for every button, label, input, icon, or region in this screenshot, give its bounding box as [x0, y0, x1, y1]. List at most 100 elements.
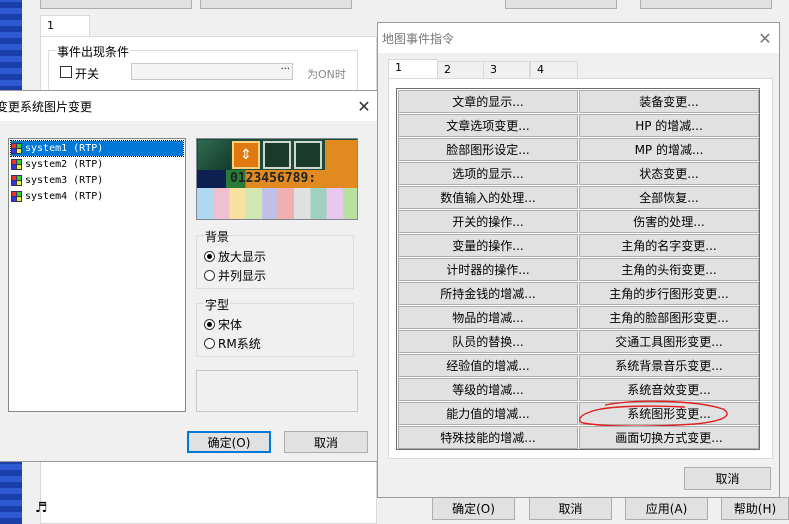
close-icon[interactable]: ✕ [354, 96, 374, 116]
command-button[interactable]: 文章选项变更... [398, 114, 578, 137]
command-button[interactable]: 伤害的处理... [579, 210, 759, 233]
radio-stretch-label: 放大显示 [218, 250, 267, 264]
command-button[interactable]: 主角的步行图形变更... [579, 282, 759, 305]
command-button[interactable]: 主角的名字变更... [579, 234, 759, 257]
bg-top-buttons [505, 0, 617, 9]
command-label: 能力值的增减... [446, 407, 530, 421]
command-button[interactable]: 所持金钱的增减... [398, 282, 578, 305]
bg-apply-label: 应用(A) [645, 502, 688, 516]
command-label: 队员的替换... [452, 335, 524, 349]
command-label: 特殊技能的增减... [440, 431, 536, 445]
preview-palette [197, 188, 357, 219]
graphic-listbox[interactable]: system1 (RTP) system2 (RTP) system3 (RTP… [8, 138, 186, 412]
command-button[interactable]: 特殊技能的增减... [398, 426, 578, 449]
tab-3[interactable]: 3 [483, 61, 530, 78]
command-button[interactable]: 主角的头衔变更... [579, 258, 759, 281]
list-item[interactable]: system4 (RTP) [11, 189, 103, 204]
ellipsis-icon: ··· [280, 64, 290, 75]
switch-checkbox[interactable] [60, 66, 72, 78]
command-label: 画面切换方式变更... [615, 431, 723, 445]
bg-tab[interactable]: 1 [40, 15, 90, 37]
switch-select[interactable]: ··· [131, 63, 293, 80]
command-button[interactable]: 能力值的增减... [398, 402, 578, 425]
command-label: MP 的增减... [634, 143, 704, 157]
switch-suffix: 为ON时 [307, 68, 346, 81]
radio-icon [204, 251, 215, 262]
close-icon[interactable]: ✕ [755, 28, 775, 48]
tab-2[interactable]: 2 [437, 61, 484, 78]
event-cancel-button[interactable]: 取消 [684, 467, 771, 490]
radio-font-songti-label: 宋体 [218, 318, 243, 332]
command-button[interactable]: 数值输入的处理... [398, 186, 578, 209]
cancel-button[interactable]: 取消 [284, 431, 368, 453]
image-icon [11, 191, 22, 202]
radio-stretch[interactable]: 放大显示 [204, 248, 266, 265]
tab-4[interactable]: 4 [530, 61, 578, 78]
command-button[interactable]: 文章的显示... [398, 90, 578, 113]
bg-ok-label: 确定(O) [452, 502, 495, 516]
command-button[interactable]: HP 的增减... [579, 114, 759, 137]
command-label: 主角的名字变更... [621, 239, 717, 253]
bg-cancel-label: 取消 [558, 502, 583, 516]
command-button[interactable]: 全部恢复... [579, 186, 759, 209]
bg-top-buttons [640, 0, 772, 9]
command-label: HP 的增减... [635, 119, 703, 133]
dialog-title: 变更系统图片变更 [0, 100, 93, 114]
font-group-label: 字型 [204, 296, 231, 313]
command-button[interactable]: 开关的操作... [398, 210, 578, 233]
command-label: 文章的显示... [452, 95, 524, 109]
command-button[interactable]: 交通工具图形变更... [579, 330, 759, 353]
list-item[interactable]: system2 (RTP) [11, 157, 103, 172]
system-graphic-preview: ⇕ 0123456789: [196, 138, 358, 220]
tab-label: 2 [444, 63, 451, 76]
command-button[interactable]: 物品的增减... [398, 306, 578, 329]
radio-tile[interactable]: 并列显示 [204, 267, 266, 284]
ok-button[interactable]: 确定(O) [187, 431, 271, 453]
command-label: 开关的操作... [452, 215, 524, 229]
radio-icon [204, 338, 215, 349]
command-button[interactable]: 主角的脸部图形变更... [579, 306, 759, 329]
list-item[interactable]: system3 (RTP) [11, 173, 103, 188]
command-button[interactable]: 状态变更... [579, 162, 759, 185]
bg-top-buttons [40, 0, 192, 9]
command-label: 计时器的操作... [446, 263, 530, 277]
command-grid: 文章的显示... 装备变更... 文章选项变更... HP 的增减... 脸部图形设定.… [396, 88, 760, 450]
empty-frame [196, 370, 358, 412]
system-graphic-dialog: 变更系统图片变更 ✕ system1 (RTP) system2 (RTP) s… [0, 90, 379, 462]
radio-font-rm[interactable]: RM系统 [204, 335, 261, 352]
command-button[interactable]: 变量的操作... [398, 234, 578, 257]
bg-ok-button[interactable]: 确定(O) [432, 497, 515, 520]
bg-apply-button[interactable]: 应用(A) [625, 497, 708, 520]
radio-icon [204, 319, 215, 330]
tab-1[interactable]: 1 [388, 59, 438, 79]
command-button[interactable]: MP 的增减... [579, 138, 759, 161]
command-button[interactable]: 队员的替换... [398, 330, 578, 353]
tab-label: 1 [395, 61, 402, 74]
command-button[interactable]: 装备变更... [579, 90, 759, 113]
list-item[interactable]: system1 (RTP) [10, 140, 184, 157]
command-button[interactable]: 等级的增减... [398, 378, 578, 401]
preview-tile [294, 141, 322, 169]
highlight-stroke [578, 400, 728, 427]
command-label: 选项的显示... [452, 167, 524, 181]
command-button[interactable]: 经验值的增减... [398, 354, 578, 377]
radio-font-songti[interactable]: 宋体 [204, 316, 242, 333]
command-button[interactable]: 画面切换方式变更... [579, 426, 759, 449]
tab-label: 4 [537, 63, 544, 76]
preview-arrows [325, 140, 357, 170]
command-button[interactable]: 脸部图形设定... [398, 138, 578, 161]
bg-cancel-button[interactable]: 取消 [529, 497, 612, 520]
preview-tile [263, 141, 291, 169]
radio-tile-label: 并列显示 [218, 269, 267, 283]
command-button[interactable]: 计时器的操作... [398, 258, 578, 281]
command-label: 全部恢复... [639, 191, 699, 205]
list-item-label: system3 (RTP) [25, 175, 104, 186]
radio-font-rm-label: RM系统 [218, 337, 261, 351]
command-label: 文章选项变更... [446, 119, 530, 133]
bg-help-button[interactable]: 帮助(H) [721, 497, 789, 520]
image-icon [11, 159, 22, 170]
map-event-command-dialog: 地图事件指令 ✕ 1 2 3 4 文章的显示... 装备变更... 文章选项变更..… [377, 22, 780, 498]
command-label: 状态变更... [639, 167, 699, 181]
command-button[interactable]: 系统背景音乐变更... [579, 354, 759, 377]
command-button[interactable]: 选项的显示... [398, 162, 578, 185]
